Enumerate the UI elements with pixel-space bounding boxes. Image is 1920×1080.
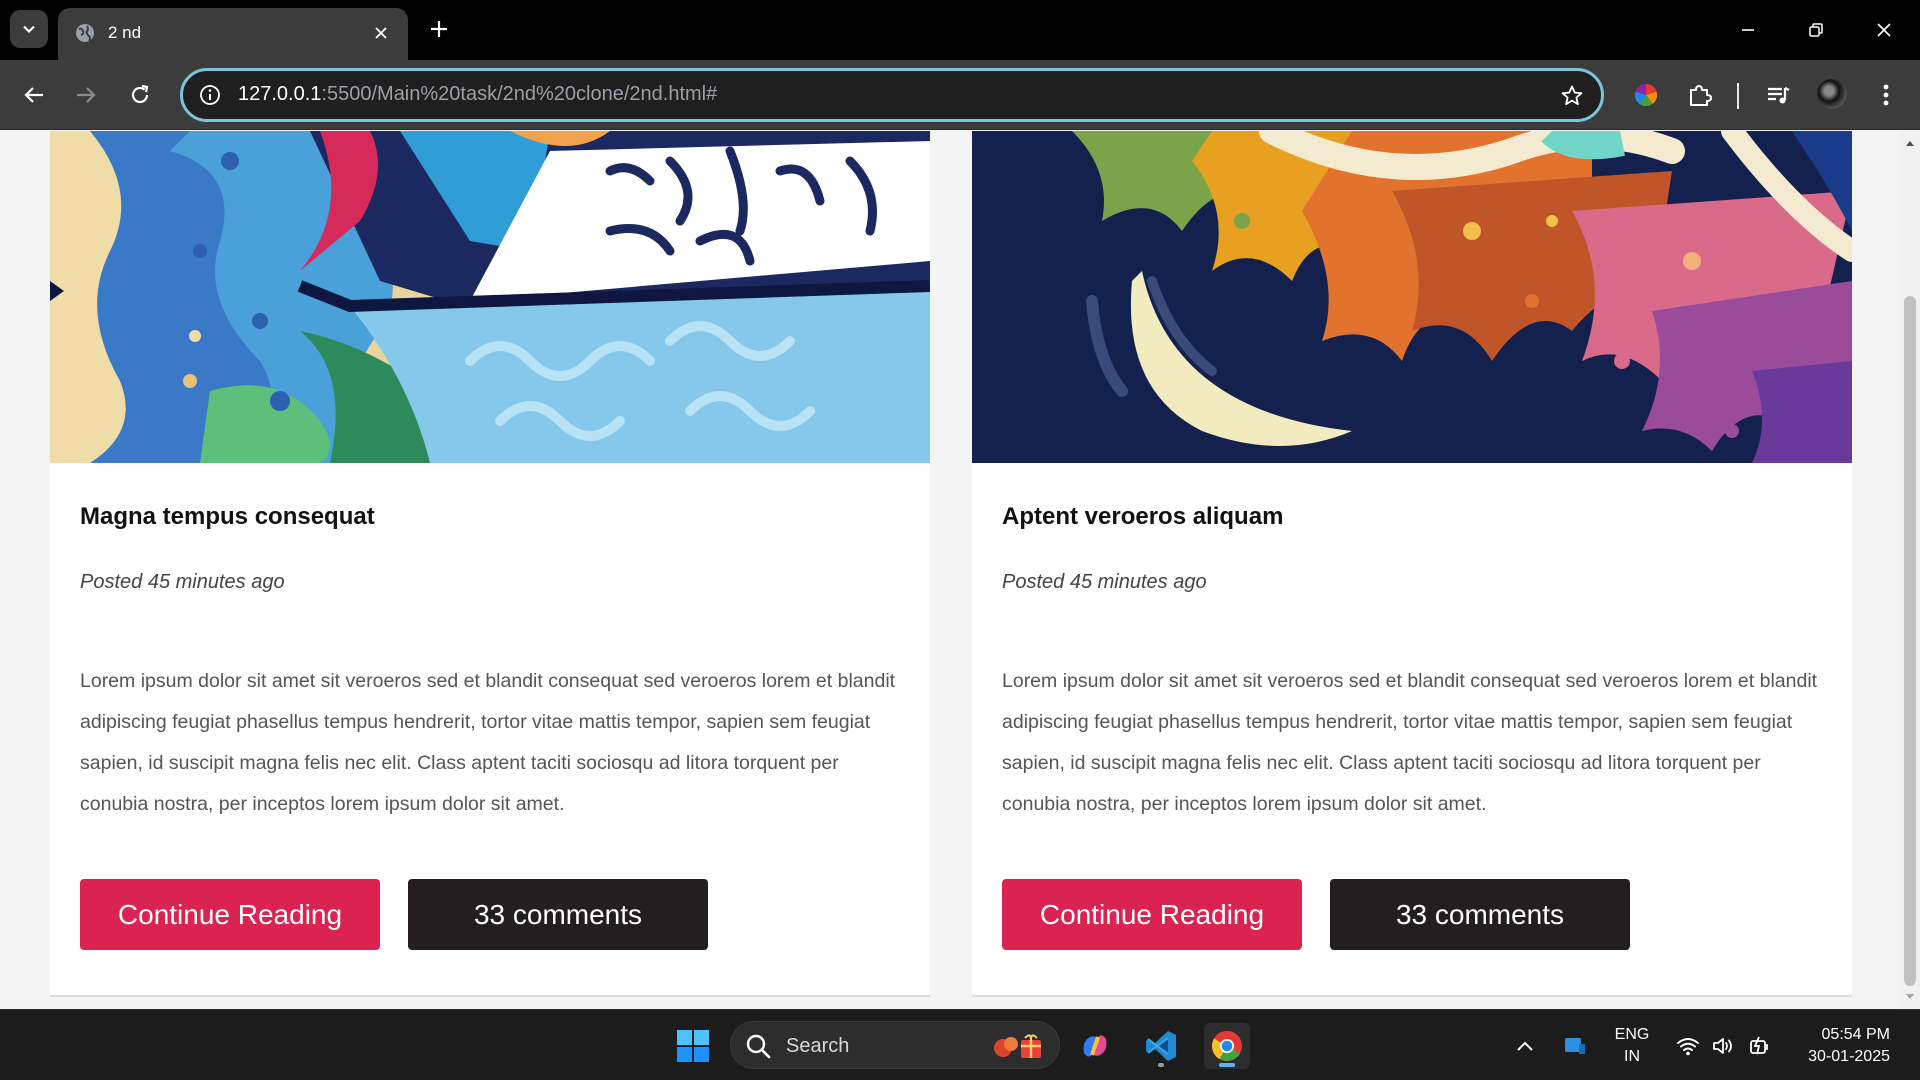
tab-strip: 2 nd bbox=[0, 0, 1920, 60]
post-meta: Posted 45 minutes ago bbox=[1002, 571, 1207, 593]
comments-button[interactable]: 33 comments bbox=[1330, 879, 1630, 950]
post-card: Magna tempus consequat Posted 45 minutes… bbox=[50, 131, 930, 997]
post-image bbox=[972, 131, 1852, 463]
url-host: 127.0.0.1 bbox=[238, 83, 322, 105]
region-code: IN bbox=[1624, 1047, 1640, 1065]
address-bar[interactable]: 127.0.0.1:5500/Main%20task/2nd%20clone/2… bbox=[180, 68, 1604, 122]
new-tab-button[interactable] bbox=[424, 14, 454, 44]
minimize-button[interactable] bbox=[1730, 12, 1766, 48]
running-indicator bbox=[1158, 1063, 1164, 1067]
puzzle-icon[interactable] bbox=[1680, 75, 1720, 115]
search-highlight-icon bbox=[994, 1034, 1041, 1058]
chevron-up-icon[interactable] bbox=[1510, 1010, 1540, 1080]
forward-icon bbox=[77, 87, 96, 103]
chevron-down-icon bbox=[23, 25, 35, 34]
clock-time: 05:54 PM bbox=[1821, 1025, 1890, 1043]
url-path: :5500/Main%20task/2nd%20clone/2nd.html# bbox=[321, 83, 718, 105]
plus-icon bbox=[431, 21, 447, 37]
kebab-menu-icon[interactable] bbox=[1866, 75, 1906, 115]
reload-button[interactable] bbox=[120, 75, 160, 115]
post-card: Aptent veroeros aliquam Posted 45 minute… bbox=[972, 131, 1852, 997]
browser-toolbar: 127.0.0.1:5500/Main%20task/2nd%20clone/2… bbox=[0, 60, 1920, 130]
post-excerpt: Lorem ipsum dolor sit amet sit veroeros … bbox=[80, 670, 896, 815]
scroll-up-arrow-icon[interactable] bbox=[1900, 135, 1920, 151]
tab-title: 2 nd bbox=[108, 23, 142, 42]
post-title[interactable]: Aptent veroeros aliquam bbox=[1002, 503, 1283, 531]
profile-avatar[interactable] bbox=[1817, 79, 1847, 109]
windows-start-icon[interactable] bbox=[670, 1023, 716, 1069]
language-code: ENG bbox=[1614, 1025, 1650, 1043]
post-excerpt: Lorem ipsum dolor sit amet sit veroeros … bbox=[1002, 670, 1818, 815]
post-title[interactable]: Magna tempus consequat bbox=[80, 503, 375, 531]
color-wheel-extension-icon[interactable] bbox=[1626, 75, 1666, 115]
battery-icon[interactable] bbox=[1744, 1010, 1776, 1080]
volume-icon[interactable] bbox=[1708, 1010, 1740, 1080]
globe-icon bbox=[76, 24, 94, 42]
restore-icon bbox=[1809, 23, 1823, 37]
wifi-icon[interactable] bbox=[1672, 1010, 1704, 1080]
taskbar-search-box[interactable]: Search bbox=[730, 1021, 1060, 1069]
active-indicator bbox=[1219, 1063, 1235, 1067]
windows-taskbar: Search ENG IN 05:54 PM 30-01-2025 bbox=[0, 1009, 1920, 1080]
chrome-icon[interactable] bbox=[1204, 1023, 1250, 1069]
back-icon bbox=[24, 87, 43, 103]
post-meta: Posted 45 minutes ago bbox=[80, 571, 285, 593]
toolbar-divider bbox=[1737, 83, 1739, 109]
post-image bbox=[50, 131, 930, 463]
copilot-icon[interactable] bbox=[1072, 1023, 1118, 1069]
vscode-icon[interactable] bbox=[1138, 1023, 1184, 1069]
search-icon bbox=[746, 1034, 771, 1059]
scrollbar-thumb[interactable] bbox=[1904, 296, 1916, 986]
scroll-down-arrow-icon[interactable] bbox=[1900, 989, 1920, 1005]
search-label: Search bbox=[786, 1035, 850, 1057]
minimize-icon bbox=[1742, 29, 1754, 31]
window-close-button[interactable] bbox=[1866, 12, 1902, 48]
forward-button[interactable] bbox=[66, 75, 106, 115]
page-viewport: Magna tempus consequat Posted 45 minutes… bbox=[0, 131, 1900, 1009]
continue-reading-button[interactable]: Continue Reading bbox=[80, 879, 380, 950]
star-icon[interactable] bbox=[1557, 81, 1587, 111]
app-tray-icon[interactable] bbox=[1558, 1010, 1592, 1080]
reading-list-icon[interactable] bbox=[1758, 75, 1798, 115]
restore-button[interactable] bbox=[1798, 12, 1834, 48]
url-text[interactable]: 127.0.0.1:5500/Main%20task/2nd%20clone/2… bbox=[238, 83, 717, 106]
tab-search-button[interactable] bbox=[10, 10, 48, 48]
continue-reading-button[interactable]: Continue Reading bbox=[1002, 879, 1302, 950]
close-icon[interactable] bbox=[368, 20, 394, 46]
page-scrollbar[interactable] bbox=[1900, 131, 1920, 1009]
comments-button[interactable]: 33 comments bbox=[408, 879, 708, 950]
close-icon bbox=[1877, 23, 1891, 37]
tab-active[interactable]: 2 nd bbox=[58, 8, 408, 60]
back-button[interactable] bbox=[14, 75, 54, 115]
reload-icon bbox=[131, 84, 149, 104]
clock[interactable]: 05:54 PM 30-01-2025 bbox=[1780, 1010, 1900, 1080]
language-indicator[interactable]: ENG IN bbox=[1602, 1010, 1662, 1080]
clock-date: 30-01-2025 bbox=[1808, 1047, 1890, 1065]
site-info-icon[interactable] bbox=[197, 82, 223, 108]
